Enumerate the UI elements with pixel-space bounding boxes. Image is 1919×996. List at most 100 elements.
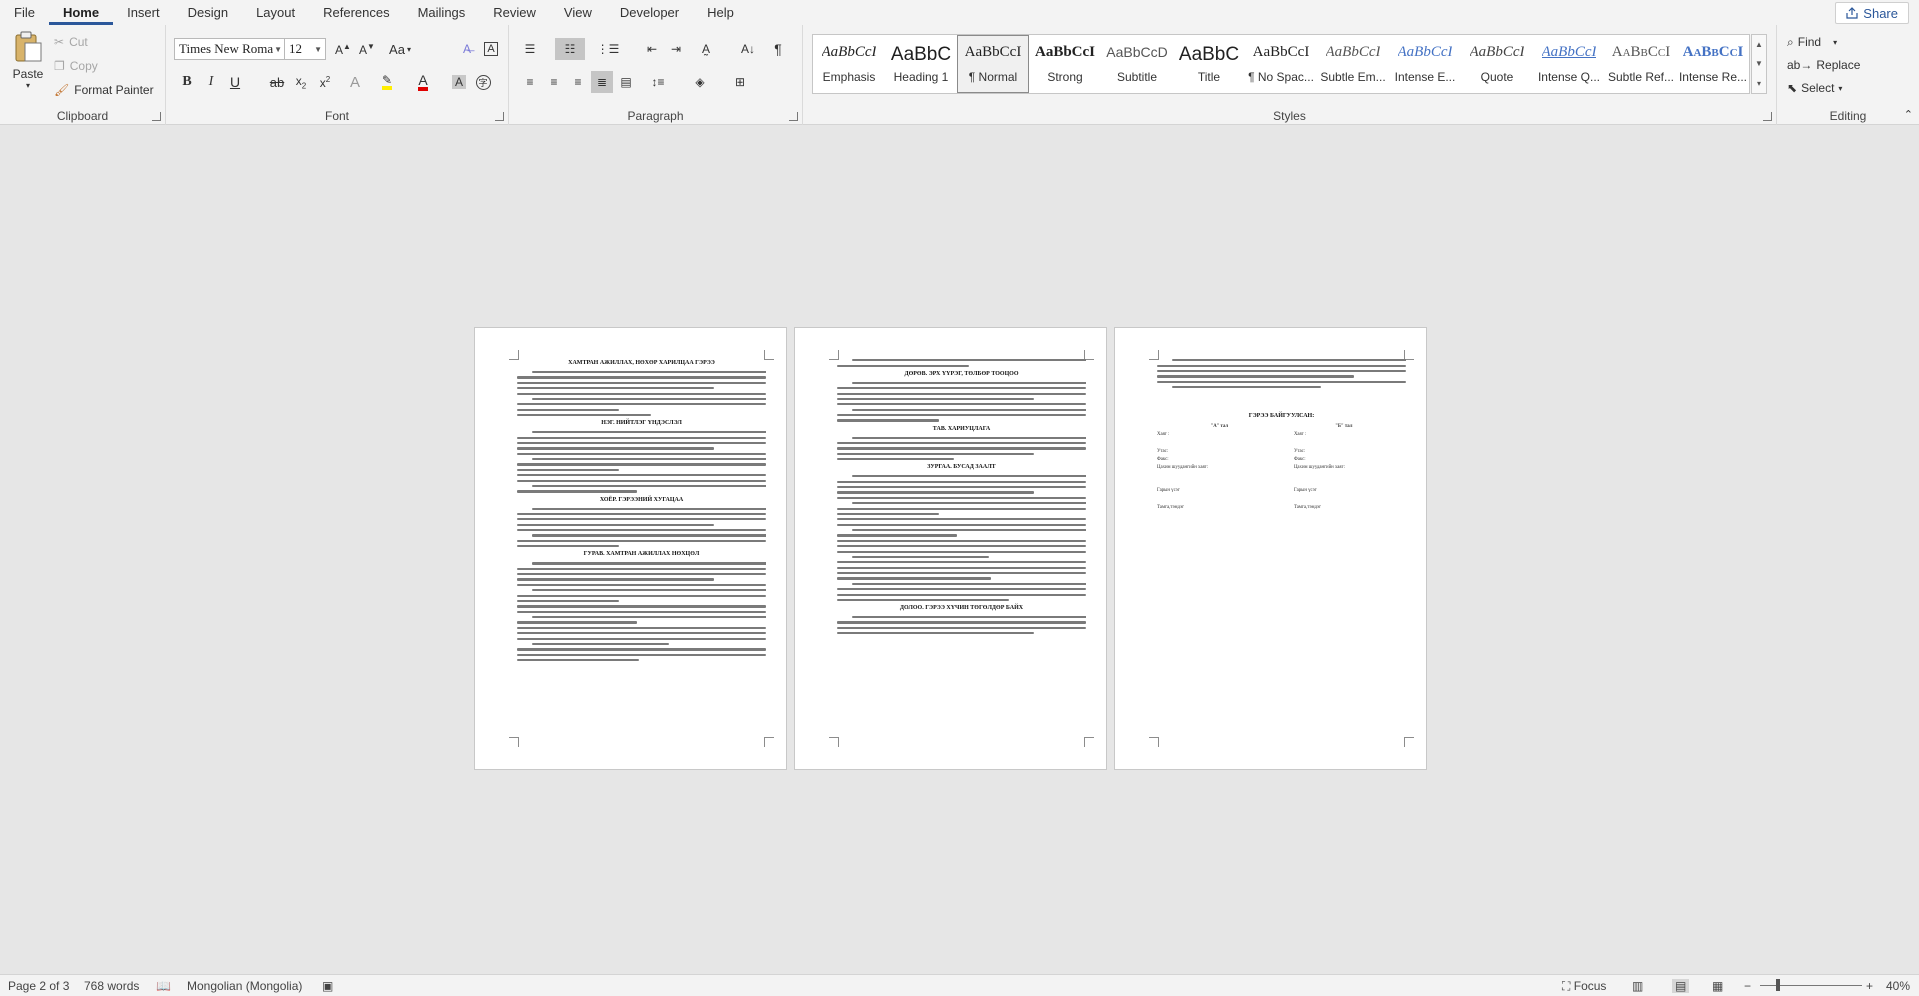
sort-button[interactable]: A↓ [737,38,759,60]
font-launcher-icon[interactable] [495,112,504,121]
text-effects-button[interactable]: A [344,71,366,93]
font-color-button[interactable]: A [412,71,434,93]
chevron-down-icon[interactable]: ▼ [1755,59,1763,68]
underline-button[interactable]: U [224,71,246,93]
style-intense-e[interactable]: AaBbCcI Intense E... [1389,35,1461,93]
style-quote[interactable]: AaBbCcI Quote [1461,35,1533,93]
tab-developer[interactable]: Developer [606,5,693,25]
line-spacing-button[interactable]: ↕≡ [647,71,669,93]
highlighter-icon: ✎ [381,74,393,90]
style-subtitle[interactable]: AaBbCcD Subtitle [1101,35,1173,93]
document-page-3[interactable]: ГЭРЭЭ БАЙГУУЛСАН: "А" тал "Б" тал Хаяг :… [1114,327,1427,770]
clear-formatting-button[interactable]: A̶ [456,38,478,60]
replace-button[interactable]: ab→ Replace [1787,55,1860,75]
tab-file[interactable]: File [0,5,49,25]
copy-button[interactable]: ❐ Copy [54,57,98,75]
distributed-button[interactable]: ▤ [615,71,637,93]
style-no-spac[interactable]: AaBbCcI ¶ No Spac... [1245,35,1317,93]
text-block [837,475,1086,602]
style-subtle-ref[interactable]: AaBbCcI Subtle Ref... [1605,35,1677,93]
chinese-layout-button[interactable]: A̰ [695,38,717,60]
text-line [517,545,620,548]
styles-launcher-icon[interactable] [1763,112,1772,121]
chevron-up-icon[interactable]: ▲ [1755,40,1763,49]
multilevel-list-button[interactable]: ⋮☰ [597,38,620,60]
select-button[interactable]: ⬉ Select ▾ [1787,78,1842,98]
character-shading-button[interactable]: A [448,71,470,93]
document-page-1[interactable]: ХАМТРАН АЖИЛЛАХ, НӨХӨР ХАРИЛЦАА ГЭРЭЭ НЭ… [474,327,787,770]
subscript-button[interactable]: x2 [290,71,312,93]
increase-indent-icon: ⇥ [670,42,682,56]
read-mode-icon[interactable]: ▥ [1632,979,1643,993]
text-line [851,502,1086,505]
font-name-field[interactable]: Times New Roma ▼ [174,38,286,60]
clipboard-launcher-icon[interactable] [152,112,161,121]
enclose-characters-button[interactable]: 字 [472,71,494,93]
tab-review[interactable]: Review [479,5,550,25]
tab-insert[interactable]: Insert [113,5,174,25]
collapse-ribbon-icon[interactable]: ⌃ [1904,108,1913,121]
highlight-button[interactable]: ✎ [376,71,398,93]
word-count[interactable]: 768 words [84,979,139,993]
paste-button[interactable]: Paste ▾ [6,31,50,101]
tab-help[interactable]: Help [693,5,748,25]
document-page-2[interactable]: ДӨРӨВ. ЭРХ ҮҮРЭГ, ТӨЛБӨР ТООЦОО ТАВ. ХАР… [794,327,1107,770]
language-indicator[interactable]: Mongolian (Mongolia) [187,979,302,993]
style-name: Quote [1480,70,1514,84]
tab-view[interactable]: View [550,5,606,25]
tab-references[interactable]: References [309,5,403,25]
format-painter-button[interactable]: 🖌 Format Painter [54,81,154,99]
style-strong[interactable]: AaBbCcI Strong [1029,35,1101,93]
tab-mailings[interactable]: Mailings [404,5,480,25]
justify-button[interactable]: ≣ [591,71,613,93]
focus-button[interactable]: ⛶ Focus [1562,979,1606,994]
style-title[interactable]: AaBbC Title [1173,35,1245,93]
character-border-button[interactable]: A [480,38,502,60]
text-line [837,397,1034,401]
align-left-button[interactable]: ≡ [519,71,541,93]
cut-button[interactable]: ✂ Cut [54,33,88,51]
style-intense-q[interactable]: AaBbCcI Intense Q... [1533,35,1605,93]
zoom-out-icon[interactable]: − [1744,979,1751,993]
page-indicator[interactable]: Page 2 of 3 [8,979,69,993]
increase-indent-button[interactable]: ⇥ [665,38,687,60]
proofing-icon[interactable]: 📖 [156,979,171,993]
style-normal[interactable]: AaBbCcI ¶ Normal [957,35,1029,93]
zoom-in-icon[interactable]: + [1866,979,1873,993]
styles-gallery-scroll[interactable]: ▲ ▼ ▾ [1751,34,1767,94]
style-intense-re[interactable]: AaBbCcI Intense Re... [1677,35,1749,93]
borders-button[interactable]: ⊞ [729,71,751,93]
style-subtle-em[interactable]: AaBbCcI Subtle Em... [1317,35,1389,93]
accessibility-icon[interactable]: ▣ [322,979,333,993]
zoom-level[interactable]: 40% [1886,979,1910,993]
tab-design[interactable]: Design [174,5,242,25]
find-button[interactable]: ⌕ Find ▾ [1787,32,1837,52]
style-heading-1[interactable]: AaBbC Heading 1 [885,35,957,93]
strikethrough-button[interactable]: ab [266,71,288,93]
print-layout-icon[interactable]: ▤ [1672,979,1690,993]
bullets-button[interactable]: ☰ [519,38,541,60]
italic-button[interactable]: I [200,71,222,93]
shading-button[interactable]: ◈ [689,71,711,93]
zoom-slider-thumb[interactable] [1776,979,1780,991]
enclose-characters-icon: 字 [475,74,491,90]
superscript-button[interactable]: x2 [314,71,336,93]
share-button[interactable]: Share [1835,2,1909,24]
grow-font-button[interactable]: A▲ [332,38,354,60]
align-center-button[interactable]: ≡ [543,71,565,93]
change-case-button[interactable]: Aa ▾ [384,38,416,60]
bold-button[interactable]: B [176,71,198,93]
more-styles-icon[interactable]: ▾ [1757,79,1761,88]
numbering-button[interactable]: ☷ [555,38,585,60]
decrease-indent-button[interactable]: ⇤ [641,38,663,60]
paragraph-launcher-icon[interactable] [789,112,798,121]
shrink-font-button[interactable]: A▼ [356,38,378,60]
tab-home[interactable]: Home [48,5,114,25]
style-emphasis[interactable]: AaBbCcI Emphasis [813,35,885,93]
tab-layout[interactable]: Layout [242,5,309,25]
align-right-button[interactable]: ≡ [567,71,589,93]
show-formatting-button[interactable]: ¶ [767,38,789,60]
web-layout-icon[interactable]: ▦ [1712,979,1723,993]
font-size-field[interactable]: 12 ▼ [284,38,326,60]
zoom-slider[interactable] [1760,979,1862,991]
